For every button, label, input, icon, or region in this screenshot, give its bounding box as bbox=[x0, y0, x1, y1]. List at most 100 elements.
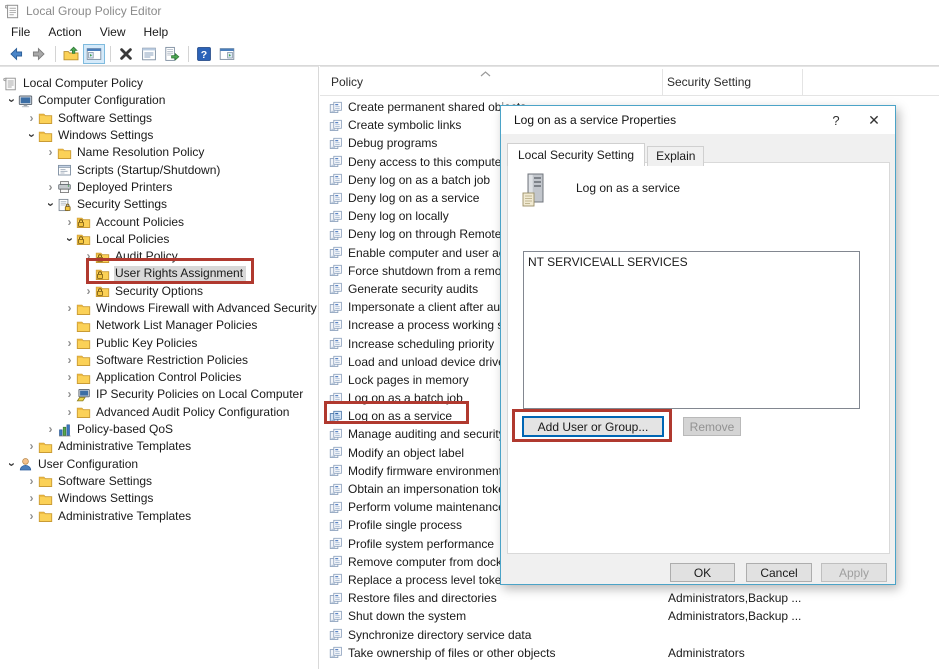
tree-item[interactable]: Account Policies bbox=[0, 213, 318, 230]
tree-expand-arrow[interactable] bbox=[82, 286, 95, 297]
tree-item-icon bbox=[57, 163, 72, 177]
tree-item-label: Software Restriction Policies bbox=[95, 353, 251, 368]
column-header-security-setting[interactable]: Security Setting bbox=[663, 69, 803, 95]
policy-icon bbox=[329, 573, 343, 586]
policy-row[interactable]: Shut down the system Administrators,Back… bbox=[320, 607, 939, 625]
policy-name: Synchronize directory service data bbox=[348, 628, 531, 642]
tree-item-label: Advanced Audit Policy Configuration bbox=[95, 405, 292, 420]
up-one-level-button[interactable] bbox=[60, 44, 82, 64]
dialog-tab[interactable]: Local Security Setting bbox=[507, 143, 645, 166]
show-console-tree-button[interactable] bbox=[83, 44, 105, 64]
tree-item[interactable]: Computer Configuration bbox=[0, 92, 318, 109]
delete-button[interactable] bbox=[115, 44, 137, 64]
tree-expand-arrow[interactable] bbox=[64, 233, 75, 246]
tree-item[interactable]: Application Control Policies bbox=[0, 369, 318, 386]
menu-item[interactable]: File bbox=[2, 22, 39, 42]
toolbar-separator bbox=[188, 46, 189, 62]
forward-button[interactable] bbox=[28, 44, 50, 64]
policy-icon bbox=[329, 246, 343, 259]
policy-icon bbox=[329, 337, 343, 350]
policy-name: Create symbolic links bbox=[348, 118, 461, 132]
tree-item[interactable]: Security Settings bbox=[0, 196, 318, 213]
tree-expand-arrow[interactable] bbox=[63, 355, 76, 366]
tree-expand-arrow[interactable] bbox=[45, 198, 56, 211]
tree-item[interactable]: Local Policies bbox=[0, 231, 318, 248]
tree-item[interactable]: Deployed Printers bbox=[0, 179, 318, 196]
delete-x-icon bbox=[118, 46, 134, 62]
tree-item[interactable]: Windows Settings bbox=[0, 127, 318, 144]
tree-item-label: Security Options bbox=[114, 284, 206, 299]
tree-item-label: Deployed Printers bbox=[76, 180, 175, 195]
show-action-pane-button[interactable] bbox=[216, 44, 238, 64]
ok-button[interactable]: OK bbox=[670, 563, 735, 582]
tree-item-icon bbox=[76, 371, 91, 385]
export-list-icon bbox=[164, 46, 180, 62]
cancel-button[interactable]: Cancel bbox=[746, 563, 812, 582]
tree-item[interactable]: IP Security Policies on Local Computer bbox=[0, 386, 318, 403]
tree-expand-arrow[interactable] bbox=[25, 493, 38, 504]
menu-item[interactable]: View bbox=[91, 22, 135, 42]
tree-expand-arrow[interactable] bbox=[6, 94, 17, 107]
tree-item[interactable]: Administrative Templates bbox=[0, 507, 318, 524]
tree-item[interactable]: Policy-based QoS bbox=[0, 421, 318, 438]
close-icon[interactable]: ✕ bbox=[859, 106, 889, 134]
policy-row[interactable]: Synchronize directory service data bbox=[320, 625, 939, 643]
tree-expand-arrow[interactable] bbox=[25, 511, 38, 522]
tree-item[interactable]: Software Restriction Policies bbox=[0, 352, 318, 369]
tree-item[interactable]: Security Options bbox=[0, 283, 318, 300]
action-pane-icon bbox=[219, 46, 235, 62]
policy-row[interactable]: Take ownership of files or other objects… bbox=[320, 644, 939, 662]
menu-item[interactable]: Action bbox=[39, 22, 90, 42]
tree-item[interactable]: Advanced Audit Policy Configuration bbox=[0, 404, 318, 421]
tree-expand-arrow[interactable] bbox=[25, 113, 38, 124]
tree-expand-arrow[interactable] bbox=[6, 458, 17, 471]
annotation-box-user-rights-assignment bbox=[86, 258, 254, 284]
tree-expand-arrow[interactable] bbox=[44, 147, 57, 158]
members-listbox[interactable]: NT SERVICE\ALL SERVICES bbox=[523, 251, 860, 409]
tree-expand-arrow[interactable] bbox=[26, 129, 37, 142]
properties-button[interactable] bbox=[138, 44, 160, 64]
help-button[interactable] bbox=[193, 44, 215, 64]
member-list-item[interactable]: NT SERVICE\ALL SERVICES bbox=[528, 255, 855, 270]
tree-item[interactable]: Administrative Templates bbox=[0, 438, 318, 455]
tree-expand-arrow[interactable] bbox=[63, 389, 76, 400]
policy-icon bbox=[329, 155, 343, 168]
tree-item[interactable]: Network List Manager Policies bbox=[0, 317, 318, 334]
policy-row[interactable]: Restore files and directories Administra… bbox=[320, 589, 939, 607]
tree-item-icon bbox=[57, 146, 72, 160]
tree-item-label: Software Settings bbox=[57, 111, 155, 126]
dialog-tab[interactable]: Explain bbox=[647, 146, 704, 166]
tree-expand-arrow[interactable] bbox=[25, 441, 38, 452]
tree-expand-arrow[interactable] bbox=[44, 424, 57, 435]
tree-item[interactable]: Windows Firewall with Advanced Security bbox=[0, 300, 318, 317]
tree-expand-arrow[interactable] bbox=[63, 217, 76, 228]
tree-item[interactable]: User Configuration bbox=[0, 456, 318, 473]
tree-expand-arrow[interactable] bbox=[25, 476, 38, 487]
service-server-icon bbox=[522, 173, 548, 209]
export-list-button[interactable] bbox=[161, 44, 183, 64]
tree-expand-arrow[interactable] bbox=[63, 303, 76, 314]
dialog-help-button[interactable]: ? bbox=[821, 106, 851, 134]
window-titlebar[interactable]: Local Group Policy Editor bbox=[0, 0, 939, 22]
menu-item[interactable]: Help bbox=[135, 22, 178, 42]
tree-expand-arrow[interactable] bbox=[63, 372, 76, 383]
help-icon bbox=[196, 46, 212, 62]
tree-item-icon bbox=[57, 198, 72, 212]
tree-item[interactable]: Software Settings bbox=[0, 110, 318, 127]
tree-item[interactable]: Local Computer Policy bbox=[0, 75, 318, 92]
menu-bar: FileActionViewHelp bbox=[0, 22, 939, 42]
tree-item[interactable]: Software Settings bbox=[0, 473, 318, 490]
back-button[interactable] bbox=[5, 44, 27, 64]
tree-expand-arrow[interactable] bbox=[44, 182, 57, 193]
up-one-level-icon bbox=[63, 46, 79, 62]
tree-expand-arrow[interactable] bbox=[63, 338, 76, 349]
tree-expand-arrow[interactable] bbox=[63, 407, 76, 418]
tree-item-label: Network List Manager Policies bbox=[95, 318, 260, 333]
tree-item[interactable]: Name Resolution Policy bbox=[0, 144, 318, 161]
tree-item[interactable]: Public Key Policies bbox=[0, 334, 318, 351]
tree-item[interactable]: Windows Settings bbox=[0, 490, 318, 507]
policy-name: Deny log on as a batch job bbox=[348, 173, 490, 187]
column-header-policy[interactable]: Policy bbox=[320, 69, 663, 95]
policy-icon bbox=[329, 355, 343, 368]
tree-item[interactable]: Scripts (Startup/Shutdown) bbox=[0, 161, 318, 178]
